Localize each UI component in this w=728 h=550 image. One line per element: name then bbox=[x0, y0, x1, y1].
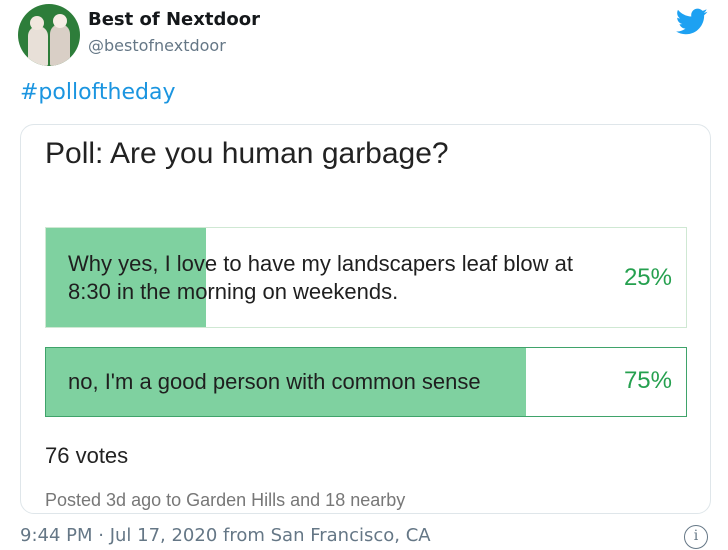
poll-option-1-percent: 25% bbox=[623, 264, 672, 291]
hashtag-link[interactable]: #polloftheday bbox=[20, 80, 175, 105]
author-handle[interactable]: @bestofnextdoor bbox=[88, 36, 226, 55]
avatar-figure-right bbox=[50, 24, 70, 66]
poll-option-1-label: Why yes, I love to have my landscapers l… bbox=[68, 251, 574, 304]
avatar-head-left bbox=[30, 16, 44, 30]
poll-option-2[interactable]: no, I'm a good person with common sense … bbox=[45, 347, 687, 417]
info-icon[interactable]: i bbox=[684, 525, 708, 549]
tweet-timestamp[interactable]: 9:44 PM · Jul 17, 2020 from San Francisc… bbox=[20, 525, 431, 546]
poll-option-2-percent: 75% bbox=[623, 367, 672, 394]
avatar[interactable] bbox=[18, 4, 80, 66]
poll-posted-info: Posted 3d ago to Garden Hills and 18 nea… bbox=[45, 490, 406, 510]
poll-vote-count: 76 votes bbox=[45, 443, 129, 468]
poll-title: Poll: Are you human garbage? bbox=[45, 137, 449, 170]
avatar-head-right bbox=[53, 14, 67, 28]
avatar-figure-left bbox=[28, 26, 48, 66]
poll-option-2-label: no, I'm a good person with common sense bbox=[68, 369, 481, 394]
twitter-bird-icon[interactable] bbox=[676, 8, 708, 36]
poll-option-1[interactable]: Why yes, I love to have my landscapers l… bbox=[45, 227, 687, 328]
author-display-name[interactable]: Best of Nextdoor bbox=[88, 9, 260, 30]
poll-card: Poll: Are you human garbage? Why yes, I … bbox=[20, 124, 711, 514]
